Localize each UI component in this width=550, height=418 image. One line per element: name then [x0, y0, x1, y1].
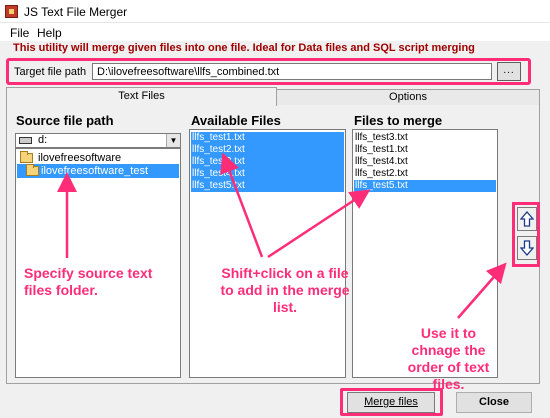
- merge-file[interactable]: llfs_test2.txt: [354, 168, 496, 180]
- folder-icon: [26, 164, 39, 176]
- available-file[interactable]: llfs_test5.txt: [191, 180, 344, 192]
- target-label: Target file path: [14, 66, 87, 78]
- menu-bar: [0, 23, 550, 41]
- available-file[interactable]: llfs_test2.txt: [191, 144, 344, 156]
- move-up-button[interactable]: [517, 207, 537, 231]
- annotation-source: Specify source text files folder.: [24, 265, 153, 298]
- available-header: Available Files: [191, 113, 281, 128]
- available-file[interactable]: llfs_test3.txt: [191, 156, 344, 168]
- merge-file-selected[interactable]: llfs_test5.txt: [354, 180, 496, 192]
- notice-text: This utility will merge given files into…: [13, 42, 475, 54]
- target-file-input[interactable]: [92, 63, 492, 80]
- merge-file[interactable]: llfs_test4.txt: [354, 156, 496, 168]
- tab-text-files[interactable]: Text Files: [6, 87, 277, 106]
- menu-file[interactable]: File: [10, 26, 29, 40]
- annotation-available: Shift+click on a file to add in the merg…: [220, 265, 350, 315]
- drive-icon: [19, 137, 32, 144]
- available-files-list[interactable]: llfs_test1.txt llfs_test2.txt llfs_test3…: [189, 129, 346, 378]
- up-arrow-icon: [519, 211, 535, 227]
- source-header: Source file path: [16, 113, 114, 128]
- folder-icon: [20, 151, 33, 163]
- drive-select[interactable]: d: ▼: [15, 133, 181, 148]
- window-title: JS Text File Merger: [24, 5, 128, 19]
- merge-header: Files to merge: [354, 113, 443, 128]
- available-file[interactable]: llfs_test1.txt: [191, 132, 344, 144]
- drive-label: d:: [38, 134, 48, 146]
- folder-item[interactable]: ilovefreesoftware: [17, 151, 179, 165]
- move-down-button[interactable]: [517, 236, 537, 260]
- chevron-down-icon[interactable]: ▼: [166, 134, 180, 147]
- merge-file[interactable]: llfs_test3.txt: [354, 132, 496, 144]
- folder-list[interactable]: ilovefreesoftware ilovefreesoftware_test: [15, 148, 181, 378]
- merge-file[interactable]: llfs_test1.txt: [354, 144, 496, 156]
- merge-files-button[interactable]: Merge files: [347, 392, 435, 413]
- tab-options[interactable]: Options: [276, 89, 540, 105]
- browse-button[interactable]: ...: [497, 62, 521, 81]
- annotation-order: Use it to chnage the order of text files…: [407, 325, 490, 392]
- down-arrow-icon: [519, 240, 535, 256]
- close-button[interactable]: Close: [456, 392, 532, 413]
- app-icon: [5, 5, 18, 18]
- menu-help[interactable]: Help: [37, 26, 62, 40]
- folder-item-selected[interactable]: ilovefreesoftware_test: [17, 164, 179, 178]
- available-file[interactable]: llfs_test4.txt: [191, 168, 344, 180]
